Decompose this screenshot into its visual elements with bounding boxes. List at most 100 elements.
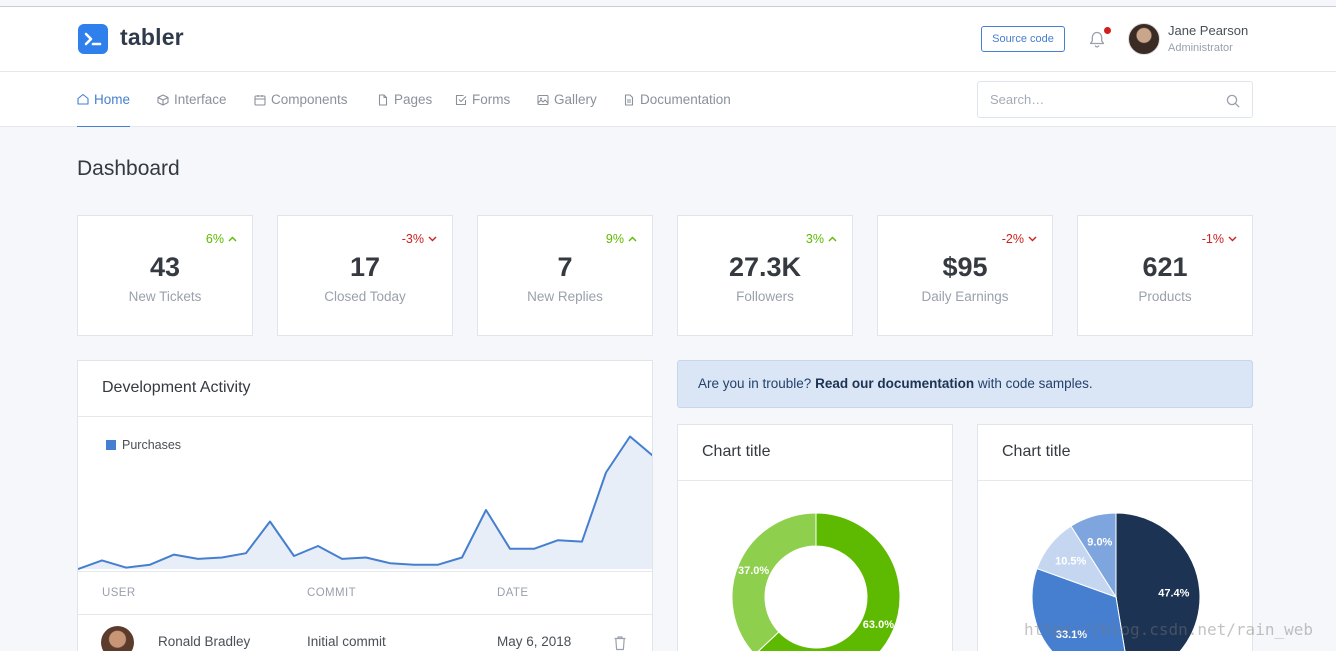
stat-label: New Tickets xyxy=(128,289,202,304)
row-date: May 6, 2018 xyxy=(497,634,572,649)
nav-item-label: Gallery xyxy=(554,92,597,107)
stat-change: 3% xyxy=(806,232,837,246)
calendar-icon xyxy=(254,94,266,106)
donut-chart: 63.0% 37.0% xyxy=(731,512,901,651)
stat-label: Closed Today xyxy=(324,289,406,304)
stat-card: 6% 43 New Tickets xyxy=(77,215,253,336)
page-title: Dashboard xyxy=(77,157,180,180)
row-commit: Initial commit xyxy=(307,634,386,649)
home-icon xyxy=(77,93,89,105)
chevron-up-icon xyxy=(828,236,837,242)
stat-change: 9% xyxy=(606,232,637,246)
alert-text: Are you in trouble? xyxy=(698,376,812,391)
stat-value: 7 xyxy=(557,252,573,282)
slice-label: 47.4% xyxy=(1158,587,1189,599)
stat-card: -1% 621 Products xyxy=(1077,215,1253,336)
nav-item-pages[interactable]: Pages xyxy=(377,72,432,127)
stat-card: 3% 27.3K Followers xyxy=(677,215,853,336)
development-activity-card: Development Activity Purchases USER COMM… xyxy=(77,360,653,651)
row-user-name: Ronald Bradley xyxy=(158,634,251,649)
chevron-up-icon xyxy=(628,236,637,242)
pie-slice xyxy=(731,512,817,651)
file-icon xyxy=(378,93,388,106)
nav-item-label: Home xyxy=(94,91,131,107)
slice-label: 63.0% xyxy=(863,619,894,631)
chevron-up-icon xyxy=(228,236,237,242)
purchases-area xyxy=(78,436,652,569)
notification-badge xyxy=(1104,27,1111,34)
stat-change: -2% xyxy=(1002,232,1037,246)
stat-card: -2% $95 Daily Earnings xyxy=(877,215,1053,336)
user-role: Administrator xyxy=(1168,42,1233,54)
chevron-down-icon xyxy=(428,236,437,242)
table-header-divider xyxy=(78,614,652,615)
stat-change-value: -2% xyxy=(1001,232,1024,246)
row-user-avatar xyxy=(101,626,134,651)
browser-top-edge xyxy=(0,0,1336,7)
image-icon xyxy=(537,94,549,105)
search-icon[interactable] xyxy=(1226,94,1240,108)
nav-item-forms[interactable]: Forms xyxy=(455,72,510,127)
user-avatar[interactable] xyxy=(1128,23,1160,55)
stat-value: $95 xyxy=(942,252,988,282)
watermark-text: https://blog.csdn.net/rain_web xyxy=(1024,620,1313,639)
chevron-down-icon xyxy=(1028,236,1037,242)
chevron-down-icon xyxy=(1228,236,1237,242)
nav-item-label: Forms xyxy=(472,92,511,107)
box-icon xyxy=(157,93,169,106)
stat-label: Products xyxy=(1138,289,1192,304)
trash-icon[interactable] xyxy=(613,635,627,651)
brand-name[interactable]: tabler xyxy=(120,24,184,51)
stat-value: 621 xyxy=(1142,252,1188,282)
pie-chart-card: Chart title 47.4% 33.1% 10.5% 9.0% xyxy=(977,424,1253,651)
stat-label: New Replies xyxy=(527,289,603,304)
nav-item-label: Documentation xyxy=(640,92,731,107)
column-header-date[interactable]: DATE xyxy=(497,587,528,599)
table-divider xyxy=(78,571,652,572)
nav-item-components[interactable]: Components xyxy=(254,72,348,127)
slice-label: 9.0% xyxy=(1087,536,1112,548)
top-header: tabler Source code Jane Pearson Administ… xyxy=(0,7,1336,72)
stat-change-value: -1% xyxy=(1201,232,1224,246)
nav-item-interface[interactable]: Interface xyxy=(157,72,227,127)
stat-change-value: 6% xyxy=(205,232,224,246)
card-title: Development Activity xyxy=(102,379,251,396)
card-title: Chart title xyxy=(1002,443,1071,460)
user-name[interactable]: Jane Pearson xyxy=(1168,23,1248,38)
donut-chart-card: Chart title 63.0% 37.0% xyxy=(677,424,953,651)
nav-item-home[interactable]: Home xyxy=(77,72,131,127)
stat-value: 27.3K xyxy=(728,252,802,282)
file-text-icon xyxy=(624,93,634,106)
help-alert: Are you in trouble? Read our documentati… xyxy=(677,360,1253,408)
bell-icon[interactable] xyxy=(1089,31,1105,49)
tabler-logo-icon[interactable] xyxy=(78,24,108,54)
stat-change-value: 9% xyxy=(605,232,624,246)
stat-label: Followers xyxy=(736,289,794,304)
stat-label: Daily Earnings xyxy=(921,289,1009,304)
search-box xyxy=(977,81,1253,118)
check-square-icon xyxy=(455,94,467,105)
alert-documentation-link[interactable]: Read our documentation xyxy=(815,376,974,391)
column-header-commit[interactable]: COMMIT xyxy=(307,587,356,599)
stat-change: -3% xyxy=(402,232,437,246)
card-title: Chart title xyxy=(702,443,771,460)
column-header-user[interactable]: USER xyxy=(102,587,136,599)
stat-change: -1% xyxy=(1202,232,1237,246)
nav-item-gallery[interactable]: Gallery xyxy=(537,72,597,127)
slice-label: 37.0% xyxy=(738,565,769,577)
stat-card: -3% 17 Closed Today xyxy=(277,215,453,336)
stat-change-value: -3% xyxy=(401,232,424,246)
stat-value: 17 xyxy=(349,252,381,282)
slice-label: 10.5% xyxy=(1055,556,1086,568)
legend-swatch xyxy=(106,440,116,450)
source-code-button[interactable]: Source code xyxy=(981,26,1065,52)
legend-label: Purchases xyxy=(122,438,182,452)
nav-item-label: Pages xyxy=(394,92,433,107)
stat-change: 6% xyxy=(206,232,237,246)
search-input[interactable] xyxy=(979,83,1219,116)
nav-item-label: Interface xyxy=(174,92,227,107)
nav-item-documentation[interactable]: Documentation xyxy=(623,72,731,127)
stat-card: 9% 7 New Replies xyxy=(477,215,653,336)
stat-value: 43 xyxy=(149,252,181,282)
stat-change-value: 3% xyxy=(805,232,824,246)
